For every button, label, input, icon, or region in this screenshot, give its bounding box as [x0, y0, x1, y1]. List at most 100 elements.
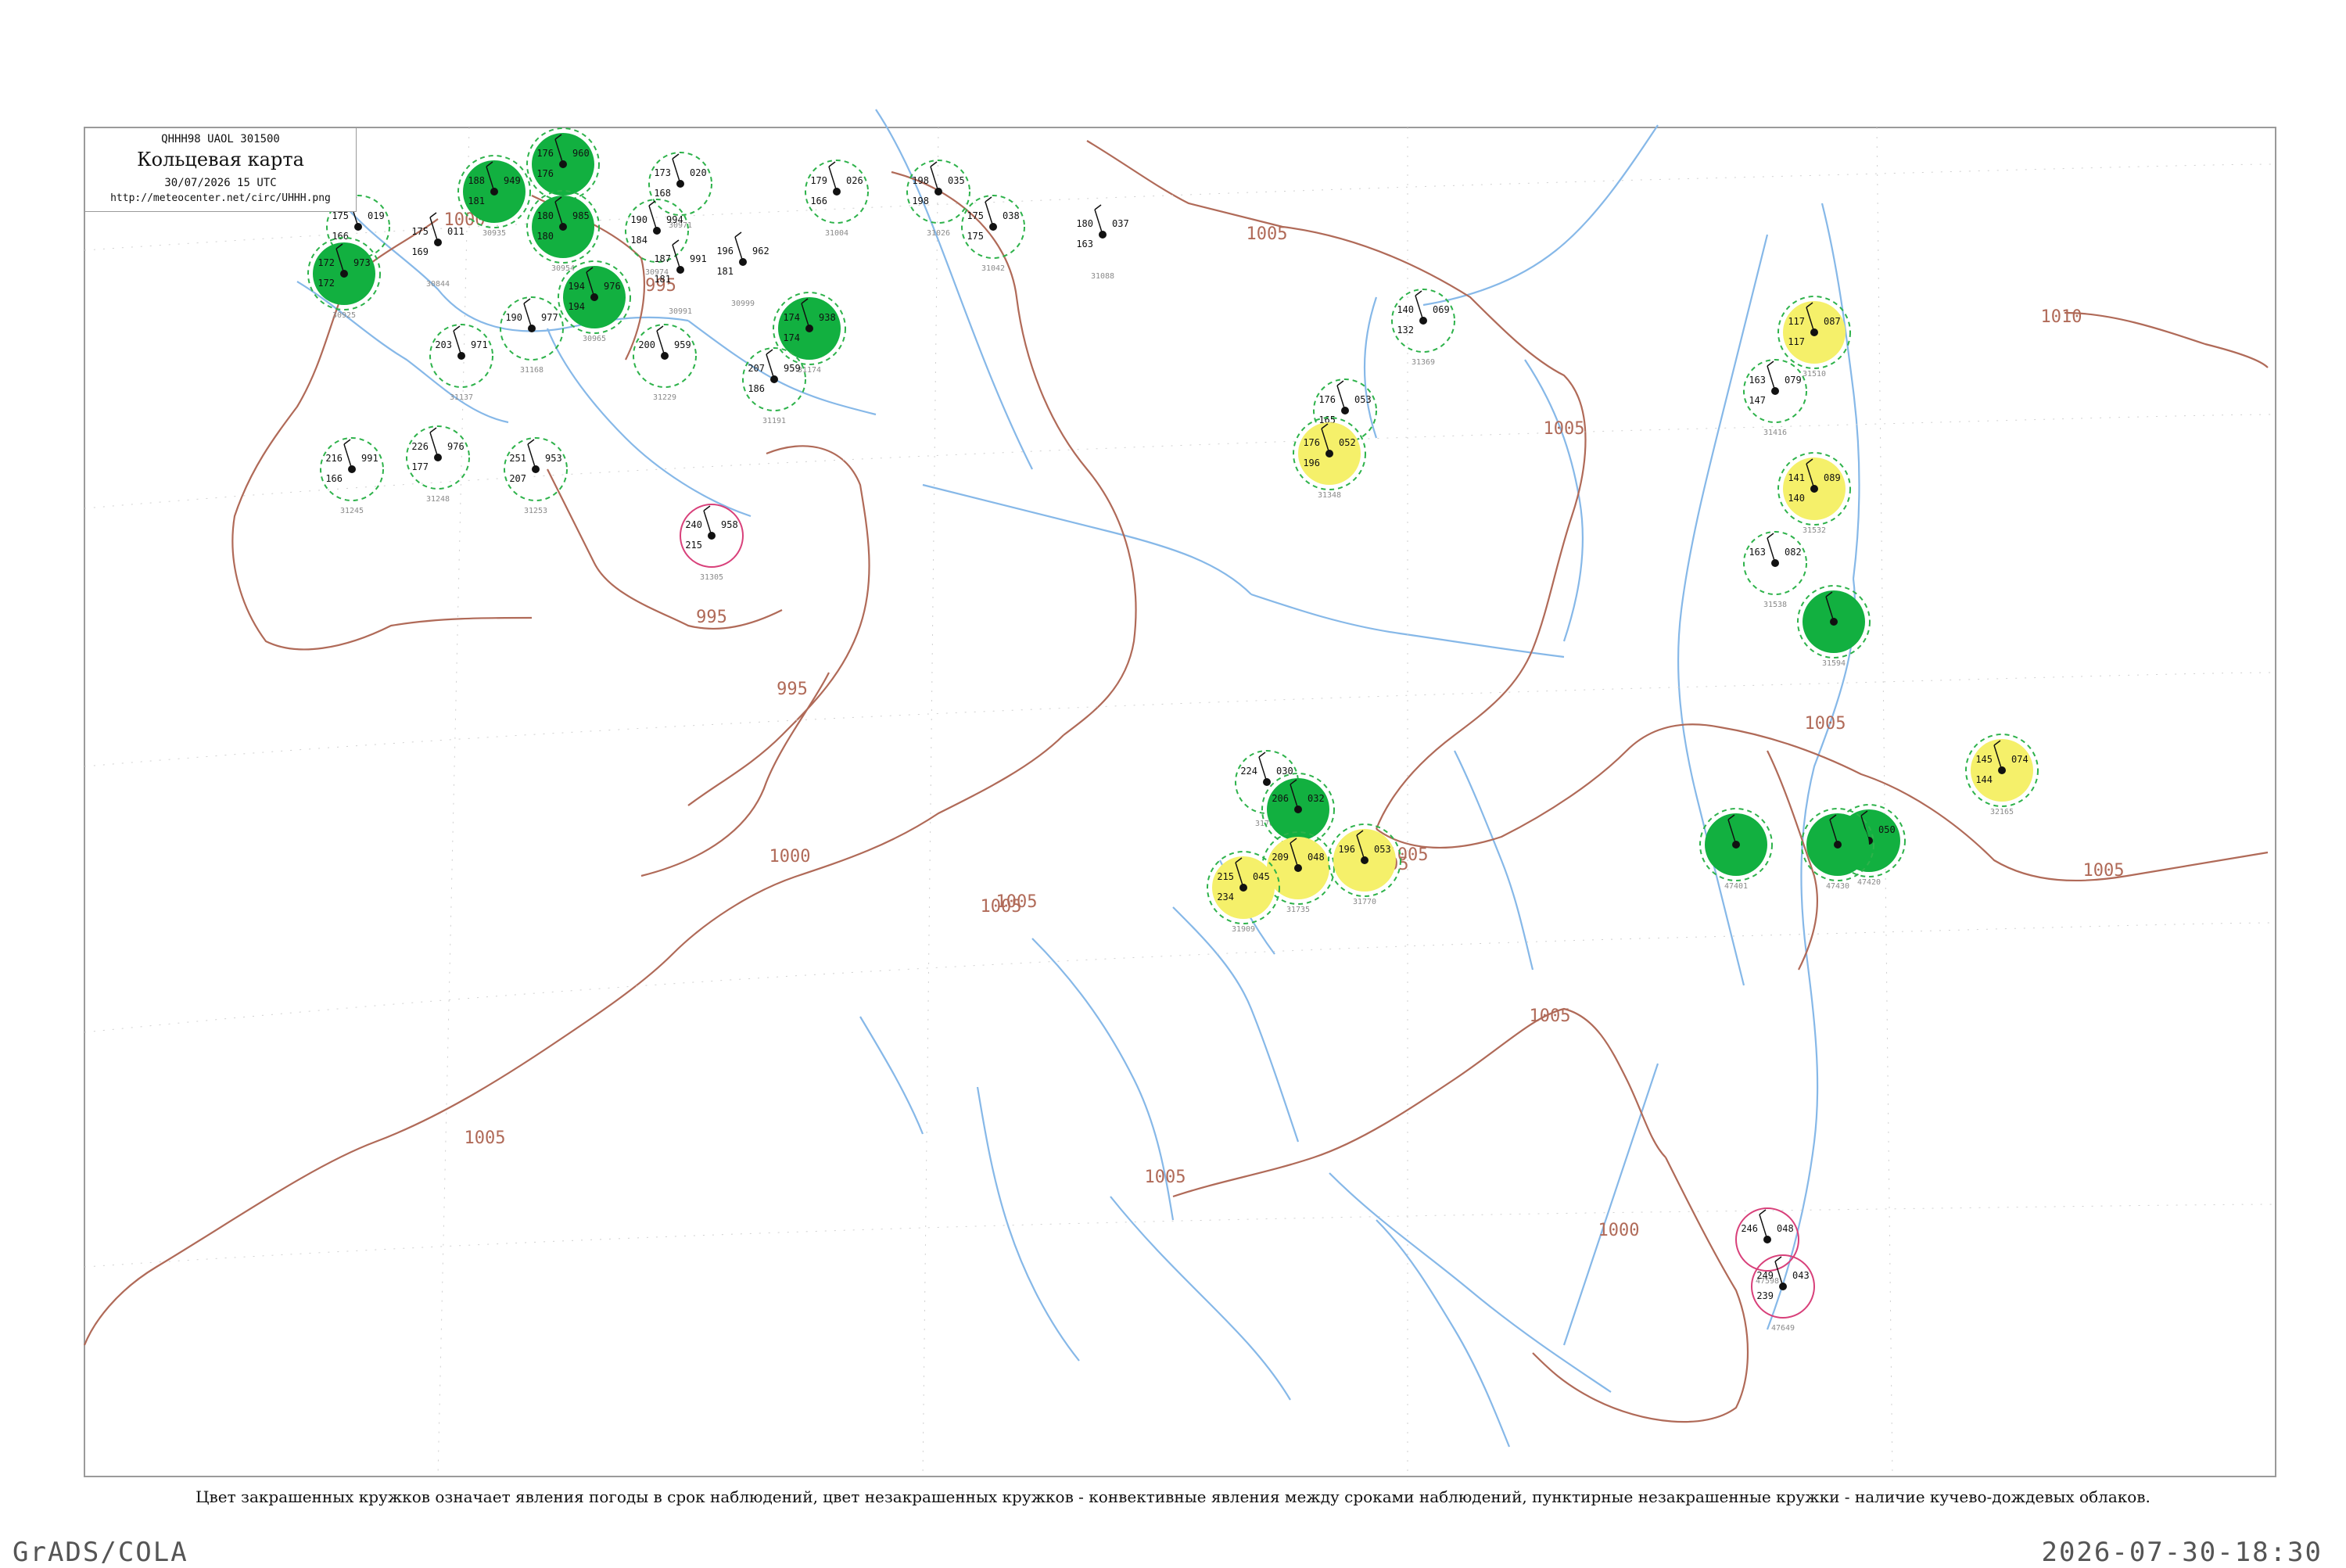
station-index: 30999 — [731, 300, 755, 308]
station-temperature: 175 — [967, 210, 984, 221]
station-temperature: 176 — [536, 148, 554, 159]
station-pressure: 938 — [819, 312, 836, 323]
station-dewpoint: 215 — [685, 540, 702, 551]
station-index: 30925 — [332, 311, 356, 320]
isobar-label: 995 — [696, 608, 727, 627]
station-temperature: 196 — [716, 246, 734, 257]
station-index: 31248 — [426, 495, 450, 504]
station-temperature: 215 — [1217, 871, 1234, 882]
station-temperature: 172 — [317, 257, 335, 268]
station-pressure: 043 — [1792, 1270, 1810, 1281]
station-temperature: 194 — [568, 281, 585, 292]
station-index: 31909 — [1232, 925, 1255, 934]
isobar-label: 1005 — [1805, 714, 1846, 734]
station-index: 30954 — [551, 264, 575, 273]
station-dewpoint: 169 — [411, 246, 429, 257]
station-dewpoint: 168 — [654, 188, 671, 199]
station-temperature: 207 — [748, 363, 765, 374]
station-dewpoint: 184 — [630, 235, 647, 246]
station-pressure: 052 — [1339, 437, 1356, 448]
station-temperature: 187 — [654, 253, 671, 264]
station-index: 31191 — [762, 417, 786, 425]
station-dewpoint: 239 — [1756, 1290, 1774, 1301]
station-index: 31229 — [653, 393, 676, 402]
map-datetime: 30/07/2026 15 UTC — [164, 177, 277, 189]
isobar-label: 1005 — [1530, 1006, 1571, 1026]
station-dewpoint: 166 — [325, 473, 343, 484]
station-dewpoint: 163 — [1076, 239, 1093, 249]
station-temperature: 224 — [1240, 766, 1257, 777]
station-index: 31735 — [1286, 906, 1310, 914]
station-pressure: 959 — [674, 339, 691, 350]
station-index: 31137 — [450, 393, 473, 402]
station-pressure: 994 — [666, 214, 683, 225]
station-index: 31026 — [927, 229, 950, 238]
station-dewpoint: 166 — [332, 231, 349, 242]
station-pressure: 079 — [1785, 375, 1802, 386]
map-title-box: QHHH98 UAOL 301500 Кольцевая карта 30/07… — [84, 127, 357, 212]
station-pressure: 959 — [784, 363, 801, 374]
station-dewpoint: 144 — [1975, 774, 1993, 785]
station-index: 31174 — [798, 366, 821, 375]
station-index: 31088 — [1091, 272, 1114, 281]
station-index: 31245 — [340, 507, 364, 515]
station-pressure: 973 — [353, 257, 371, 268]
station-pressure: 958 — [721, 519, 738, 530]
map-svg: 1000 995 995 995 1000 1005 1005 1005 100… — [83, 109, 2276, 1477]
station-index: 31532 — [1803, 526, 1826, 535]
station-temperature: 198 — [912, 175, 929, 186]
bulletin-code: QHHH98 UAOL 301500 — [161, 133, 280, 145]
station-dewpoint: 180 — [536, 231, 554, 242]
station-temperature: 249 — [1756, 1270, 1774, 1281]
station-temperature: 196 — [1338, 844, 1355, 855]
station-temperature: 200 — [638, 339, 655, 350]
station-pressure: 971 — [471, 339, 488, 350]
station-temperature: 246 — [1741, 1223, 1758, 1234]
isobar-label: 1005 — [1145, 1168, 1186, 1187]
station-pressure: 053 — [1354, 394, 1372, 405]
station-index: 31168 — [520, 366, 543, 375]
station-index: 30991 — [669, 307, 692, 316]
isobar-label: 1005 — [2083, 861, 2125, 881]
station-index: 31538 — [1763, 601, 1787, 609]
station-dewpoint: 181 — [468, 196, 485, 206]
station-pressure: 048 — [1308, 852, 1325, 863]
isobar-label: 1010 — [2041, 307, 2082, 327]
station-temperature: 179 — [810, 175, 827, 186]
station-dewpoint: 181 — [654, 274, 671, 285]
station-dewpoint: 198 — [912, 196, 929, 206]
station-temperature: 190 — [630, 214, 647, 225]
station-pressure: 032 — [1308, 793, 1325, 804]
isobar-label: 1005 — [1247, 224, 1288, 244]
station-temperature: 117 — [1788, 316, 1805, 327]
station-pressure: 069 — [1433, 304, 1450, 315]
station-pressure: 977 — [541, 312, 558, 323]
station-temperature: 190 — [505, 312, 522, 323]
station-pressure: 035 — [948, 175, 965, 186]
station-index: 30965 — [583, 335, 606, 343]
station-pressure: 991 — [361, 453, 378, 464]
station-pressure: 048 — [1777, 1223, 1794, 1234]
station-dewpoint: 172 — [317, 278, 335, 289]
station-index: 31416 — [1763, 429, 1787, 437]
station-dewpoint: 207 — [509, 473, 526, 484]
station-pressure: 050 — [1878, 824, 1896, 835]
map-url: http://meteocenter.net/circ/UHHH.png — [110, 192, 331, 204]
station-temperature: 240 — [685, 519, 702, 530]
station-temperature: 141 — [1788, 472, 1805, 483]
station-pressure: 082 — [1785, 547, 1802, 558]
station-pressure: 087 — [1824, 316, 1841, 327]
footer-software: GrADS/COLA — [13, 1537, 188, 1568]
station-pressure: 953 — [545, 453, 562, 464]
station-pressure: 949 — [504, 175, 521, 186]
station-index: 31305 — [700, 573, 723, 582]
station-index: 31042 — [981, 264, 1005, 273]
station-pressure: 020 — [690, 167, 707, 178]
map-caption: Цвет закрашенных кружков означает явлени… — [196, 1487, 2150, 1506]
station-temperature: 176 — [1303, 437, 1320, 448]
station-pressure: 991 — [690, 253, 707, 264]
station-index: 47420 — [1857, 878, 1881, 887]
station-temperature: 163 — [1749, 547, 1766, 558]
station-pressure: 026 — [846, 175, 863, 186]
station-pressure: 976 — [604, 281, 621, 292]
